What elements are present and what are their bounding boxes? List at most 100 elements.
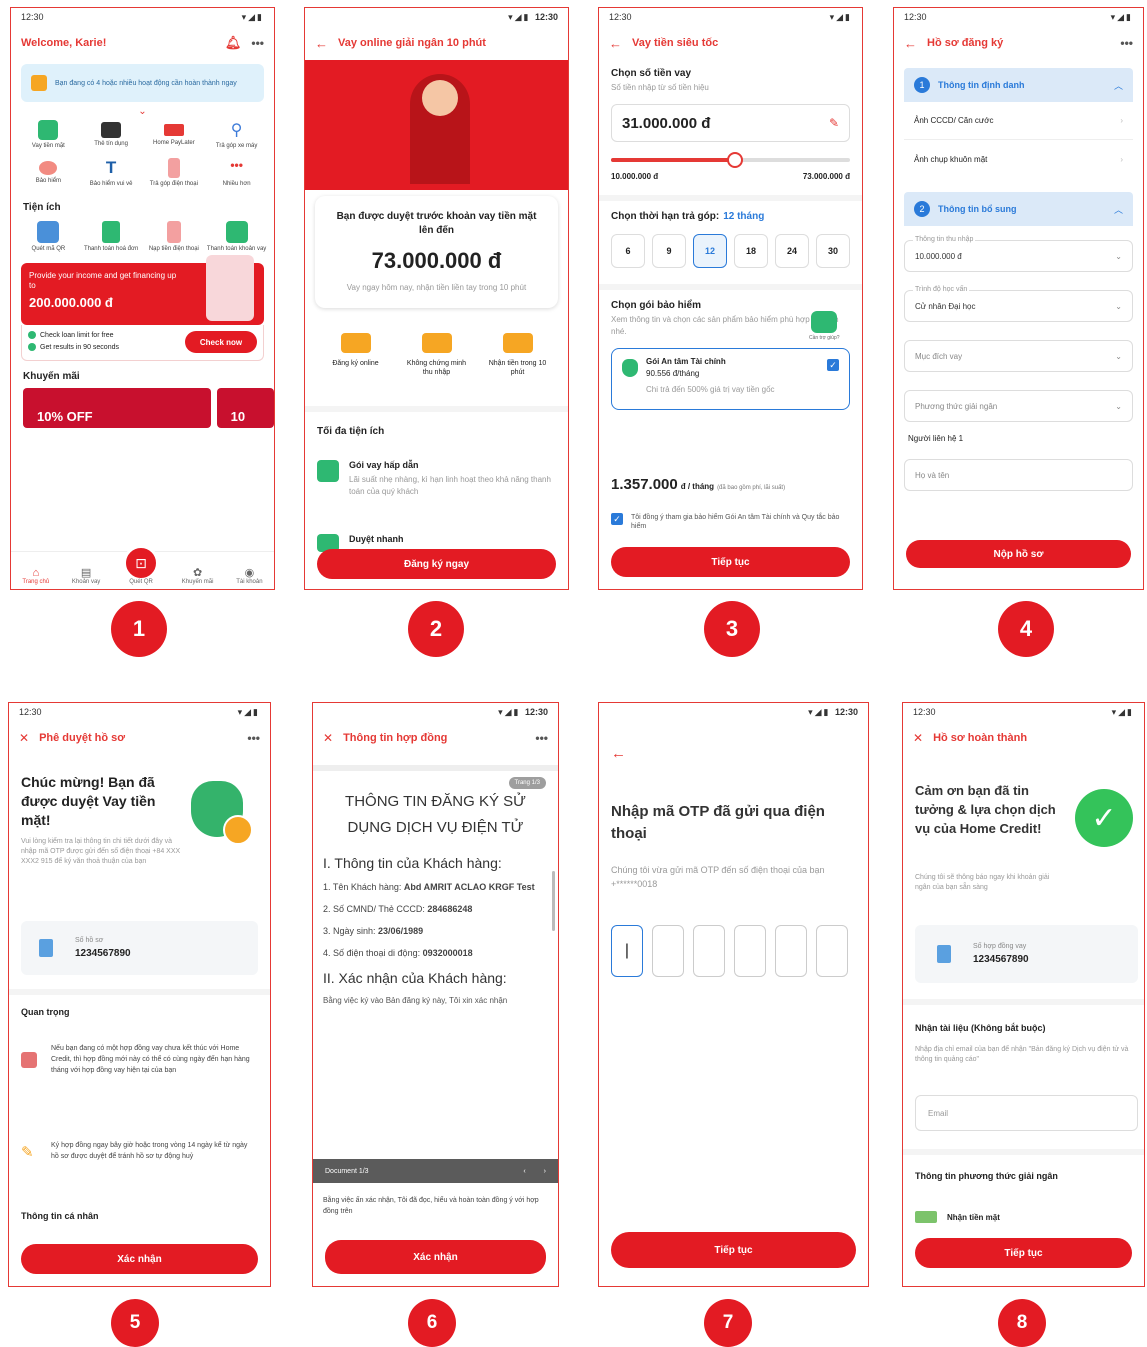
identity-item[interactable]: Ảnh CCCD/ Căn cước › [904,102,1133,140]
loan-purpose-select[interactable]: Mục đích vay ⌄ [904,340,1133,372]
term-option[interactable]: 9 [652,234,686,268]
nav-home[interactable]: ⌂ Trang chủ [22,567,49,585]
more-icon[interactable]: ••• [251,36,264,50]
screen-1-home: 12:30 ▾◢▮ Welcome, Karie! 🔔︎ ••• Bạn đang… [10,7,275,590]
service-item[interactable]: Vay tiền mặt [17,120,80,150]
bill-icon [102,221,121,243]
back-arrow-icon[interactable]: ← [904,36,917,51]
register-now-button[interactable]: Đăng ký ngay [317,549,556,579]
service-item[interactable]: ⚲ Trả góp xe máy [205,120,268,150]
otp-digit-input[interactable]: | [611,925,643,977]
income-select[interactable]: Thông tin thu nhập 10.000.000 đ ⌄ [904,236,1133,272]
more-icon[interactable]: ••• [535,731,548,745]
continue-button[interactable]: Tiếp tục [611,1232,856,1268]
term-option[interactable]: 30 [816,234,850,268]
check-now-button[interactable]: Check now [185,331,257,353]
promo-banner[interactable]: 10% OFF [23,388,211,428]
nav-account[interactable]: ◉ Tài khoản [236,566,262,585]
screen-header: ← Vay tiền siêu tốc [609,35,719,51]
continue-button[interactable]: Tiếp tục [915,1238,1132,1268]
back-arrow-icon[interactable]: ← [315,36,328,51]
service-item[interactable]: Home PayLater [143,120,206,150]
pencil-icon[interactable]: ✎ [829,116,839,130]
contact-name-input[interactable]: Họ và tên [904,459,1133,491]
otp-digit-input[interactable] [775,925,807,977]
term-option[interactable]: 24 [775,234,809,268]
confirm-button[interactable]: Xác nhận [21,1244,258,1274]
chevron-left-icon[interactable]: ‹ [523,1168,525,1175]
more-icon[interactable]: ••• [247,731,260,745]
section-additional[interactable]: 2 Thông tin bổ sung ︿ [904,192,1133,226]
document-icon [937,945,951,963]
identity-item[interactable]: Ảnh chụp khuôn mặt › [904,140,1133,178]
topup-icon [166,221,181,243]
slider-handle[interactable] [727,152,744,168]
amount-input[interactable]: 31.000.000 đ ✎ [611,104,850,142]
confirm-button[interactable]: Xác nhận [325,1240,546,1274]
note-item: ✎ Ký hợp đồng ngay bây giờ hoặc trong vò… [21,1142,248,1161]
service-item[interactable]: Thẻ tín dụng [80,120,143,150]
otp-digit-input[interactable] [734,925,766,977]
bell-icon[interactable]: 🔔︎ [225,35,242,51]
more-icon[interactable]: ••• [1120,36,1133,50]
back-arrow-icon[interactable]: ← [609,36,622,51]
education-select[interactable]: Trình độ học vấn Cử nhân Đại học ⌄ [904,286,1133,322]
insurance-card[interactable]: Gói An tâm Tài chính 90.556 đ/tháng Chi t… [611,348,850,410]
otp-digit-input[interactable] [652,925,684,977]
back-arrow-icon[interactable]: ← [611,745,626,762]
contract-document[interactable]: Trang 1/3 THÔNG TIN ĐĂNG KÝ SỬ DỤNG DỊCH… [313,771,558,1159]
card-icon [101,122,122,138]
utility-item[interactable]: Quét mã QR [17,221,80,253]
checkbox-checked[interactable]: ✓ [827,359,839,371]
features-title: Tối đa tiện ích [317,426,385,437]
monthly-summary: 1.357.000 đ / tháng (đã bao gồm phí, lãi… [611,476,786,493]
step-badge-3: 3 [704,601,760,657]
document-scrollbar[interactable] [552,871,555,931]
term-option-selected[interactable]: 12 [693,234,727,268]
checkbox-checked[interactable]: ✓ [611,513,623,525]
chevron-right-icon: › [1120,116,1123,125]
nav-scan-qr[interactable]: ⊡ Quét QR [123,545,160,585]
status-bar: ▾◢▮ 12:30 [313,703,558,721]
close-icon[interactable]: ✕ [19,731,29,745]
nav-promotions[interactable]: ✿ Khuyến mãi [182,566,214,585]
utility-item[interactable]: Thanh toán khoản vay [205,221,268,253]
service-item[interactable]: T Bảo hiểm vui vẻ [80,158,143,188]
chevron-down-icon[interactable]: ⌄ [11,106,274,118]
close-icon[interactable]: ✕ [323,731,333,745]
service-item[interactable]: ••• Nhiều hơn [205,158,268,188]
consent-row[interactable]: ✓ Tôi đồng ý tham gia bảo hiểm Gói An tâ… [611,513,850,531]
service-item[interactable]: Trả góp điện thoại [143,158,206,188]
notice-banner[interactable]: Bạn đang có 4 hoặc nhiều hoạt động cần h… [21,64,264,102]
term-option[interactable]: 18 [734,234,768,268]
otp-digit-input[interactable] [693,925,725,977]
utility-item[interactable]: Thanh toán hoá đơn [80,221,143,253]
close-icon[interactable]: ✕ [913,731,923,745]
amount-slider[interactable] [611,152,850,168]
otp-title: Nhập mã OTP đã gửi qua điện thoại [611,803,825,842]
screen-header: ✕ Thông tin hợp đồng ••• [323,731,548,745]
term-option[interactable]: 6 [611,234,645,268]
phone-icon [167,158,180,178]
promo-banner[interactable]: 10 [216,388,274,428]
screen-header: ← Hồ sơ đăng ký ••• [904,35,1133,51]
screen-3-loan-config: 12:30 ▾◢▮ ← Vay tiền siêu tốc Chọn số tiền… [598,7,863,590]
chat-help-button[interactable]: Cần trợ giúp? [809,311,840,341]
truck-icon [421,333,452,353]
qr-icon [37,221,60,243]
nav-loans[interactable]: ▤ Khoản vay [72,566,100,585]
motorbike-icon: ⚲ [230,122,243,139]
disbursement-method-select[interactable]: Phương thức giải ngân ⌄ [904,390,1133,422]
step-number-2: 2 [914,201,930,217]
chevron-right-icon[interactable]: › [544,1168,546,1175]
truck-icon [502,333,533,353]
utility-item[interactable]: Nạp tiền điện thoại [143,221,206,253]
promo-card[interactable]: Provide your income and get financing up… [21,255,264,325]
continue-button[interactable]: Tiếp tục [611,547,850,577]
submit-application-button[interactable]: Nộp hồ sơ [906,540,1131,568]
important-title: Quan trọng [21,1007,70,1017]
otp-digit-input[interactable] [816,925,848,977]
section-identity[interactable]: 1 Thông tin định danh ︿ [904,68,1133,102]
service-item[interactable]: Bảo hiểm [17,158,80,188]
email-input[interactable]: Email [915,1095,1138,1131]
